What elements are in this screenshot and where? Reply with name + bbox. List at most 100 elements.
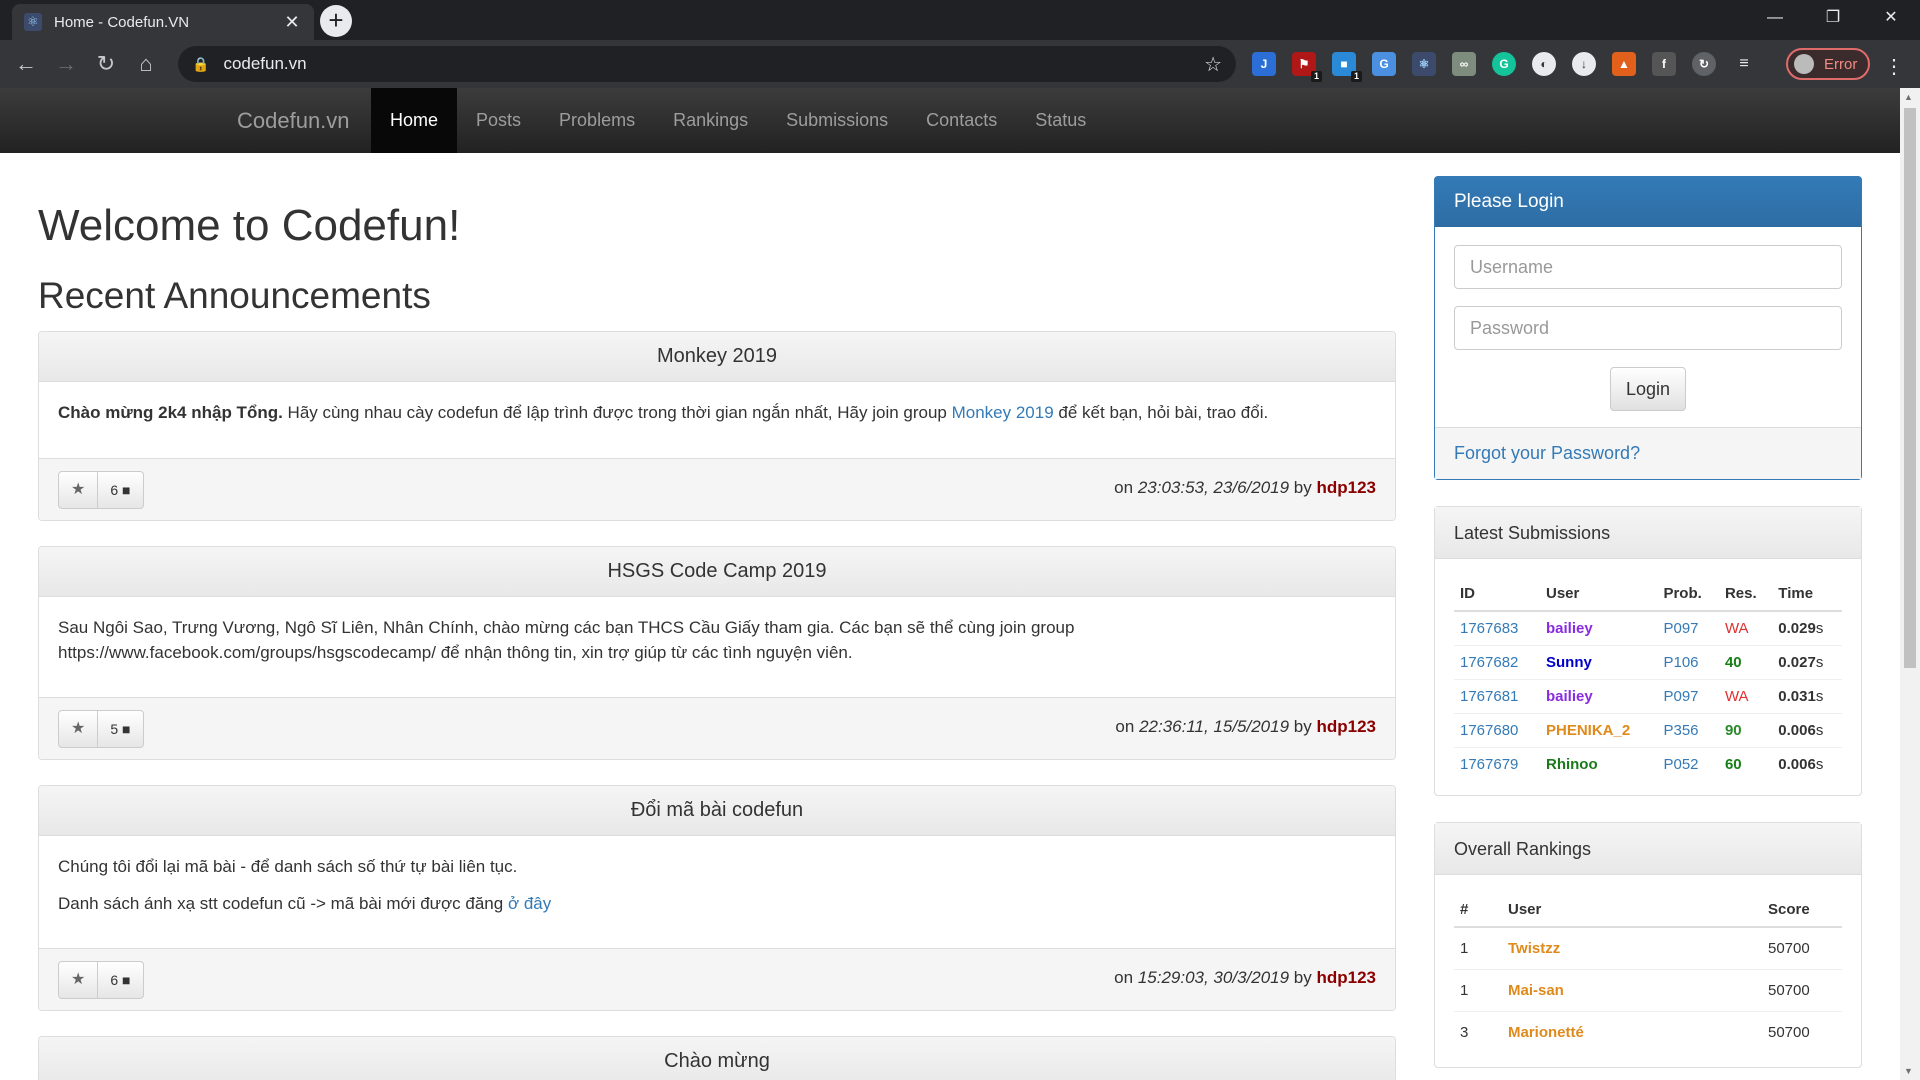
rank-user[interactable]: Mai-san <box>1502 968 1762 1011</box>
star-button[interactable]: ★ <box>58 471 99 509</box>
reading-list-icon[interactable]: ≡ <box>1732 52 1756 76</box>
back-arrow-icon[interactable]: ← <box>10 48 42 80</box>
rank-number: 1 <box>1454 968 1502 1011</box>
address-bar[interactable]: 🔒 codefun.vn ☆ <box>178 46 1236 82</box>
announcement-text-tail: để kết bạn, hỏi bài, trao đổi. <box>1053 403 1269 422</box>
nav-item-posts[interactable]: Posts <box>457 88 540 153</box>
codefun-favicon-icon: ⚛ <box>24 13 42 31</box>
submission-result: 90 <box>1718 712 1773 747</box>
announcement-text: Sau Ngôi Sao, Trưng Vương, Ngô Sĩ Liên, … <box>58 618 1075 662</box>
submission-id[interactable]: 1767682 <box>1454 644 1540 679</box>
browser-titlebar: ⚛ Home - Codefun.VN ✕ + — ❐ ✕ <box>0 0 1920 40</box>
latest-submissions-panel: Latest Submissions ID User Prob. Res. Ti… <box>1434 506 1862 796</box>
username-input[interactable]: Username <box>1454 245 1842 289</box>
submission-problem[interactable]: P356 <box>1657 712 1719 747</box>
submission-user[interactable]: PHENIKA_2 <box>1539 712 1658 747</box>
react-devtools-icon[interactable]: ⚛ <box>1412 52 1436 76</box>
star-button[interactable]: ★ <box>58 961 99 999</box>
submission-id[interactable]: 1767681 <box>1454 678 1540 713</box>
table-row: 3 Marionetté 50700 <box>1454 1010 1842 1053</box>
submission-problem[interactable]: P052 <box>1657 746 1719 781</box>
browser-tab[interactable]: ⚛ Home - Codefun.VN ✕ <box>12 4 314 40</box>
brand-logo[interactable]: Codefun.vn <box>237 108 350 134</box>
comments-button[interactable]: 6 ■ <box>98 471 144 509</box>
reload-icon[interactable]: ↻ <box>90 48 122 80</box>
post-time: 23:03:53, 23/6/2019 <box>1137 478 1290 497</box>
tab-close-icon[interactable]: ✕ <box>282 12 302 33</box>
author-link[interactable]: hdp123 <box>1316 717 1376 736</box>
extension-ublock-icon[interactable]: ⚑ 1 <box>1292 52 1322 82</box>
announcement-card: Đổi mã bài codefun Chúng tôi đổi lại mã … <box>38 785 1396 1011</box>
login-button[interactable]: Login <box>1610 367 1686 411</box>
submission-id[interactable]: 1767679 <box>1454 746 1540 781</box>
submissions-heading: Latest Submissions <box>1435 507 1861 559</box>
extension-spin-icon[interactable]: ↻ <box>1692 52 1716 76</box>
nav-item-rankings[interactable]: Rankings <box>654 88 767 153</box>
nav-item-status[interactable]: Status <box>1016 88 1105 153</box>
nav-item-home[interactable]: Home <box>371 88 458 153</box>
table-row: 1767680 PHENIKA_2 P356 90 0.006s <box>1454 712 1842 747</box>
rank-score: 50700 <box>1762 968 1842 1011</box>
column-header: Score <box>1762 893 1842 928</box>
author-link[interactable]: hdp123 <box>1316 968 1376 987</box>
minimize-button[interactable]: — <box>1746 0 1804 36</box>
page-scrollbar[interactable]: ▲ ▼ <box>1900 88 1920 1080</box>
announcement-meta: on 22:36:11, 15/5/2019 by hdp123 <box>1115 717 1376 736</box>
submission-user[interactable]: Sunny <box>1539 644 1658 679</box>
star-button[interactable]: ★ <box>58 710 99 748</box>
announcement-title: Đổi mã bài codefun <box>39 786 1395 836</box>
menu-kebab-icon[interactable]: ⋮ <box>1884 54 1904 79</box>
table-row: 1 Mai-san 50700 <box>1454 968 1842 1011</box>
new-tab-button[interactable]: + <box>320 5 352 37</box>
nav-menu: Home Posts Problems Rankings Submissions… <box>371 88 1105 153</box>
rank-user[interactable]: Twistzz <box>1502 926 1762 969</box>
translate-icon[interactable]: G <box>1372 52 1396 76</box>
forgot-password-link[interactable]: Forgot your Password? <box>1454 443 1640 463</box>
scrollbar-thumb[interactable] <box>1904 108 1916 668</box>
submission-id[interactable]: 1767683 <box>1454 610 1540 645</box>
group-link[interactable]: Monkey 2019 <box>952 403 1054 422</box>
announcement-text: Danh sách ánh xạ stt codefun cũ -> mã bà… <box>58 894 508 913</box>
column-header: ID <box>1454 577 1540 612</box>
column-header: Res. <box>1718 577 1773 612</box>
announcement-body: Chào mừng 2k4 nhập Tổng. Hãy cùng nhau c… <box>39 382 1395 458</box>
extension-blue-icon[interactable]: ■ 1 <box>1332 52 1362 82</box>
restore-button[interactable]: ❐ <box>1804 0 1862 36</box>
site-navbar: Codefun.vn Home Posts Problems Rankings … <box>0 88 1900 153</box>
extension-circle-icon[interactable]: ◐ <box>1532 52 1556 76</box>
submission-problem[interactable]: P106 <box>1657 644 1719 679</box>
post-time: 22:36:11, 15/5/2019 <box>1139 717 1290 736</box>
profile-error-chip[interactable]: Error <box>1786 48 1870 80</box>
bookmark-star-icon[interactable]: ☆ <box>1204 52 1222 77</box>
close-window-button[interactable]: ✕ <box>1862 0 1920 36</box>
download-icon[interactable]: ↓ <box>1572 52 1596 76</box>
rank-user[interactable]: Marionetté <box>1502 1010 1762 1053</box>
facebook-icon[interactable]: f <box>1652 52 1676 76</box>
extension-j-icon[interactable]: J <box>1252 52 1276 76</box>
home-icon[interactable]: ⌂ <box>130 48 162 80</box>
submission-user[interactable]: Rhinoo <box>1539 746 1658 781</box>
extension-flame-icon[interactable]: ▲ <box>1612 52 1636 76</box>
mapping-link[interactable]: ở đây <box>508 894 551 913</box>
comments-button[interactable]: 5 ■ <box>98 710 144 748</box>
url-text[interactable]: codefun.vn <box>223 54 1204 74</box>
submission-user[interactable]: bailiey <box>1539 610 1658 645</box>
author-link[interactable]: hdp123 <box>1316 478 1376 497</box>
submission-problem[interactable]: P097 <box>1657 678 1719 713</box>
login-footer: Forgot your Password? <box>1435 427 1861 479</box>
login-heading: Please Login <box>1435 177 1861 227</box>
grammarly-icon[interactable]: G <box>1492 52 1516 76</box>
forward-arrow-icon[interactable]: → <box>50 48 82 80</box>
extension-grey-icon[interactable]: ∞ <box>1452 52 1476 76</box>
submission-id[interactable]: 1767680 <box>1454 712 1540 747</box>
nav-item-contacts[interactable]: Contacts <box>907 88 1016 153</box>
submission-problem[interactable]: P097 <box>1657 610 1719 645</box>
table-row: 1767683 bailiey P097 WA 0.029s <box>1454 610 1842 645</box>
password-input[interactable]: Password <box>1454 306 1842 350</box>
scroll-down-arrow-icon[interactable]: ▼ <box>1904 1066 1913 1076</box>
scroll-up-arrow-icon[interactable]: ▲ <box>1904 92 1913 102</box>
comments-button[interactable]: 6 ■ <box>98 961 144 999</box>
nav-item-problems[interactable]: Problems <box>540 88 654 153</box>
submission-user[interactable]: bailiey <box>1539 678 1658 713</box>
nav-item-submissions[interactable]: Submissions <box>767 88 907 153</box>
